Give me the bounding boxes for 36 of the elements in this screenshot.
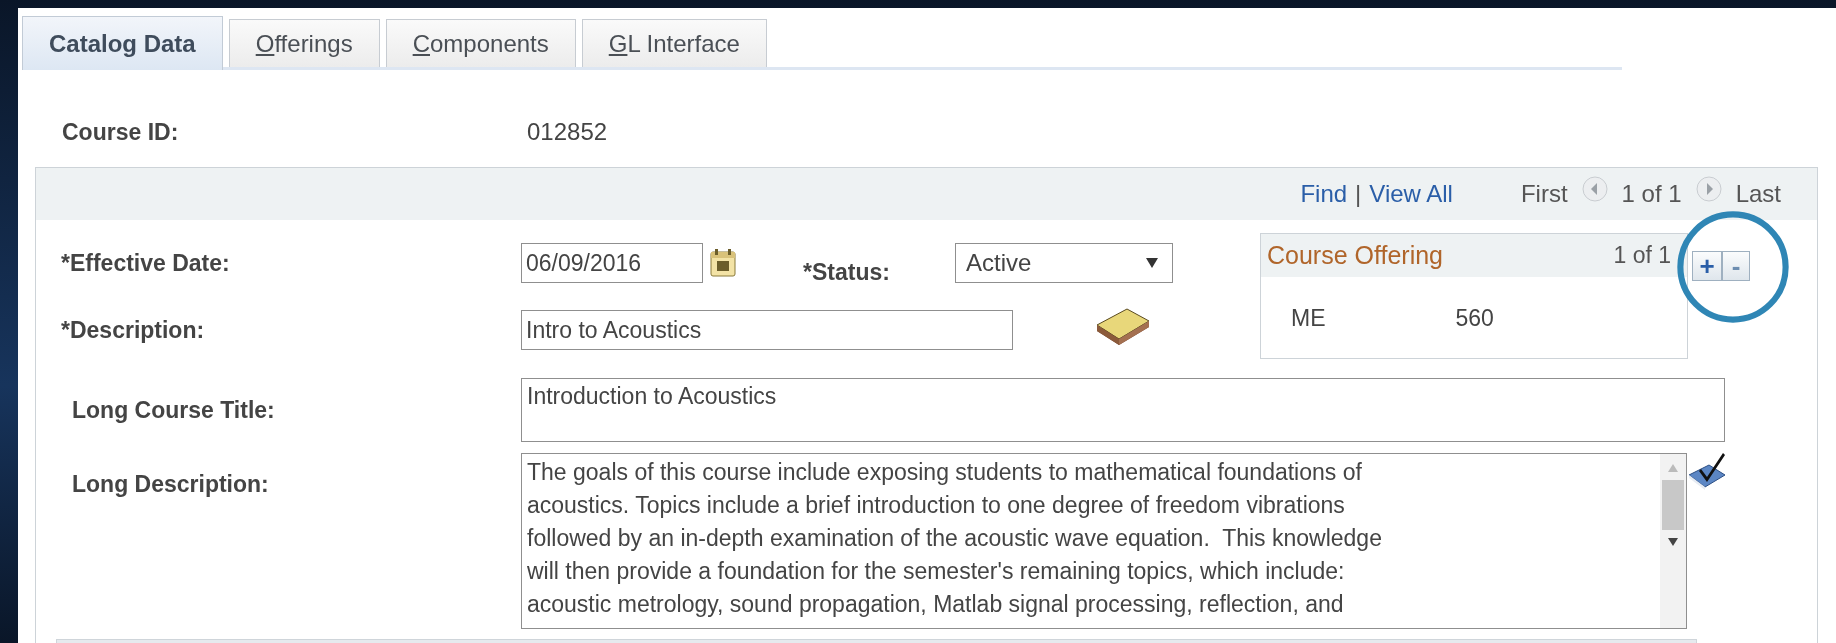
description-field[interactable]: Intro to Acoustics <box>521 310 1013 350</box>
page-count: 1 of 1 <box>1621 180 1682 208</box>
tab[interactable]: GL Interface <box>581 19 767 67</box>
add-row-button[interactable]: + <box>1692 251 1722 281</box>
subject-value: ME <box>1291 305 1326 332</box>
scrollbar-thumb[interactable] <box>1662 480 1684 530</box>
field-label: Long Description: <box>71 471 270 498</box>
field-label: Course ID: <box>62 118 180 146</box>
find-link[interactable]: Find <box>1300 180 1348 208</box>
separator-text: | <box>1355 180 1362 208</box>
long-title-field[interactable]: Introduction to Acoustics <box>521 378 1725 442</box>
previous-icon[interactable] <box>1581 176 1608 202</box>
status-dropdown[interactable]: Active <box>955 243 1173 283</box>
long-description-field[interactable]: The goals of this course include exposing students to mathematical foundations of acoustics. Topics include a brief introduction to one degree of freedom vibrations followed by an in-depth examination of the acoustic wave equation. This knowledge will then provide a foundation for the semester's remaining topics, which include: acoustic metrology, sound propagation, Matlab signal processing, reflection, and <box>521 453 1687 629</box>
field-label: Long Course Title: <box>71 396 276 424</box>
tab[interactable]: Catalog Data <box>22 16 223 70</box>
field-value: 012852 <box>527 118 608 146</box>
field-label: *Description: <box>61 316 206 344</box>
tab[interactable]: Offerings <box>228 19 380 67</box>
first-label: First <box>1520 180 1568 208</box>
next-icon[interactable] <box>1695 176 1722 202</box>
section-title: Course Offering <box>1267 241 1443 270</box>
date-field[interactable]: 06/09/2016 <box>521 243 703 283</box>
scrollbar[interactable] <box>1660 454 1686 628</box>
catalog-number-value: 560 <box>1455 305 1494 332</box>
tab[interactable]: Components <box>385 19 576 67</box>
calendar-icon[interactable] <box>709 248 737 278</box>
field-label: *Status: <box>803 258 891 286</box>
spell-check-icon[interactable] <box>1687 451 1727 491</box>
scroll-down-icon[interactable] <box>1667 538 1679 546</box>
view-all-link[interactable]: View All <box>1369 180 1453 208</box>
row-count: 1 of 1 <box>1613 242 1671 269</box>
last-label: Last <box>1735 180 1781 208</box>
caret-icon <box>1146 258 1158 268</box>
field-label: *Effective Date: <box>61 249 231 277</box>
scroll-up-icon[interactable] <box>1667 464 1679 472</box>
